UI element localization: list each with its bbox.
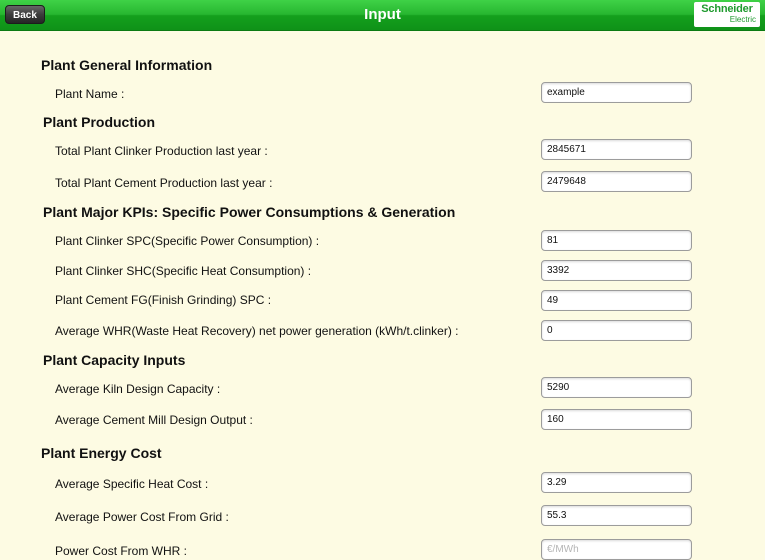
page-title: Input: [364, 6, 401, 23]
navigation-bar: Back Input Schneider Electric: [0, 0, 765, 31]
section-title-production: Plant Production: [43, 114, 155, 130]
section-title-capacity: Plant Capacity Inputs: [43, 352, 186, 368]
logo-wordmark: Schneider: [701, 3, 753, 15]
whr-generation-input[interactable]: [541, 320, 692, 341]
section-title-general: Plant General Information: [41, 57, 213, 73]
schneider-electric-logo: Schneider Electric: [694, 2, 760, 27]
grid-power-cost-label: Average Power Cost From Grid :: [55, 510, 229, 524]
cement-fg-spc-label: Plant Cement FG(Finish Grinding) SPC :: [55, 293, 272, 307]
grid-power-cost-input[interactable]: [541, 505, 692, 526]
whr-power-cost-input[interactable]: [541, 539, 692, 560]
mill-output-label: Average Cement Mill Design Output :: [55, 413, 253, 427]
plant-name-input[interactable]: [541, 82, 692, 103]
heat-cost-label: Average Specific Heat Cost :: [55, 477, 209, 491]
clinker-spc-input[interactable]: [541, 230, 692, 251]
kiln-capacity-label: Average Kiln Design Capacity :: [55, 382, 221, 396]
cement-production-label: Total Plant Cement Production last year …: [55, 176, 273, 190]
cement-fg-spc-input[interactable]: [541, 290, 692, 311]
heat-cost-input[interactable]: [541, 472, 692, 493]
mill-output-input[interactable]: [541, 409, 692, 430]
clinker-production-input[interactable]: [541, 139, 692, 160]
cement-production-input[interactable]: [541, 171, 692, 192]
clinker-shc-input[interactable]: [541, 260, 692, 281]
clinker-spc-label: Plant Clinker SPC(Specific Power Consump…: [55, 234, 320, 248]
clinker-production-label: Total Plant Clinker Production last year…: [55, 144, 268, 158]
clinker-shc-label: Plant Clinker SHC(Specific Heat Consumpt…: [55, 264, 312, 278]
section-title-kpis: Plant Major KPIs: Specific Power Consump…: [43, 204, 456, 220]
kiln-capacity-input[interactable]: [541, 377, 692, 398]
plant-name-label: Plant Name :: [55, 87, 125, 101]
whr-power-cost-label: Power Cost From WHR :: [55, 544, 188, 558]
whr-generation-label: Average WHR(Waste Heat Recovery) net pow…: [55, 324, 459, 338]
logo-subtext: Electric: [729, 15, 756, 24]
section-title-energy-cost: Plant Energy Cost: [41, 445, 162, 461]
